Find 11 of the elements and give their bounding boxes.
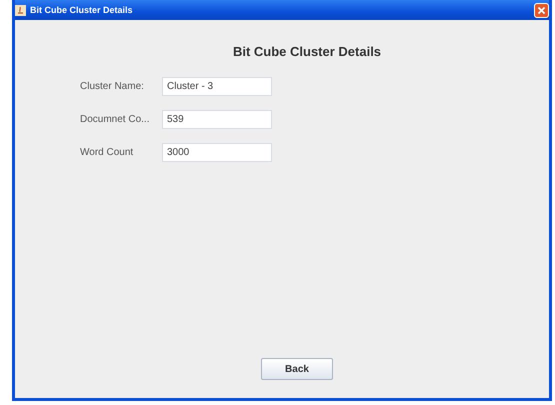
app-icon xyxy=(15,4,26,16)
back-button[interactable]: Back xyxy=(261,358,333,380)
field-label: Cluster Name: xyxy=(80,81,145,92)
field-label: Word Count xyxy=(80,147,134,158)
field-label: Documnet Co... xyxy=(80,114,150,125)
close-icon[interactable] xyxy=(534,2,549,18)
input-field[interactable]: 3000 xyxy=(162,143,272,162)
input-field[interactable]: 539 xyxy=(162,110,272,129)
form-heading: Bit Cube Cluster Details xyxy=(232,44,382,59)
input-field[interactable]: Cluster - 3 xyxy=(162,77,272,96)
window-title: Bit Cube Cluster Details xyxy=(30,5,133,15)
